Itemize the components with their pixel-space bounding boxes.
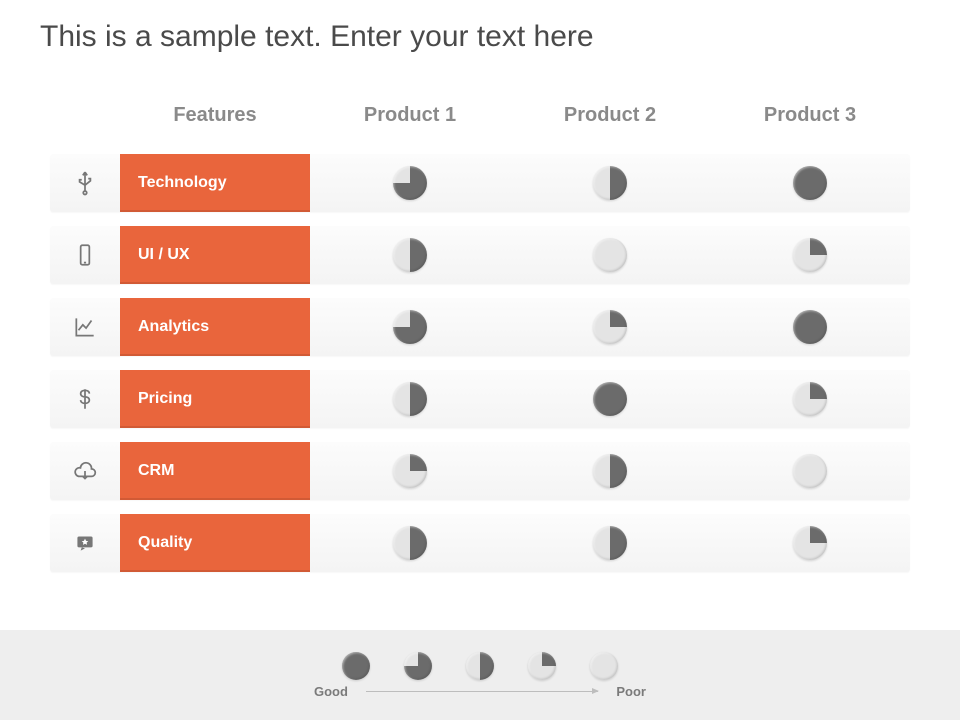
comparison-table: Features Product 1 Product 2 Product 3 T… bbox=[50, 90, 910, 572]
cell-pie bbox=[710, 382, 910, 416]
page-title: This is a sample text. Enter your text h… bbox=[40, 20, 594, 54]
cloud-icon bbox=[50, 458, 120, 484]
harvey-ball-icon bbox=[466, 652, 494, 680]
table-row: Analytics bbox=[50, 298, 910, 356]
header-features: Features bbox=[120, 104, 310, 127]
cell-pie bbox=[310, 382, 510, 416]
harvey-ball-icon bbox=[593, 238, 627, 272]
cell-pie bbox=[310, 166, 510, 200]
harvey-ball-icon bbox=[793, 382, 827, 416]
harvey-ball-icon bbox=[593, 310, 627, 344]
harvey-ball-icon bbox=[342, 652, 370, 680]
header-product-3: Product 3 bbox=[710, 104, 910, 127]
harvey-ball-icon bbox=[404, 652, 432, 680]
harvey-ball-icon bbox=[393, 454, 427, 488]
legend-labels: Good Poor bbox=[314, 684, 646, 699]
cell-pie bbox=[510, 382, 710, 416]
dollar-icon bbox=[50, 386, 120, 412]
harvey-ball-icon bbox=[793, 526, 827, 560]
header-product-2: Product 2 bbox=[510, 104, 710, 127]
cell-pie bbox=[710, 166, 910, 200]
arrow-icon bbox=[366, 691, 598, 692]
harvey-ball-icon bbox=[593, 526, 627, 560]
harvey-ball-icon bbox=[593, 454, 627, 488]
harvey-ball-icon bbox=[528, 652, 556, 680]
cell-pie bbox=[510, 238, 710, 272]
harvey-ball-icon bbox=[593, 166, 627, 200]
harvey-ball-icon bbox=[793, 310, 827, 344]
cell-pie bbox=[710, 454, 910, 488]
cell-pie bbox=[510, 526, 710, 560]
harvey-ball-icon bbox=[793, 166, 827, 200]
table-header-row: Features Product 1 Product 2 Product 3 bbox=[50, 90, 910, 140]
harvey-ball-icon bbox=[590, 652, 618, 680]
feature-label: Pricing bbox=[120, 370, 310, 428]
feature-label: Analytics bbox=[120, 298, 310, 356]
phone-icon bbox=[50, 242, 120, 268]
table-row: Technology bbox=[50, 154, 910, 212]
harvey-ball-icon bbox=[793, 238, 827, 272]
cell-pie bbox=[710, 238, 910, 272]
table-row: CRM bbox=[50, 442, 910, 500]
cell-pie bbox=[310, 526, 510, 560]
harvey-ball-icon bbox=[393, 382, 427, 416]
harvey-ball-icon bbox=[593, 382, 627, 416]
feature-label: Quality bbox=[120, 514, 310, 572]
cell-pie bbox=[310, 238, 510, 272]
feature-label: Technology bbox=[120, 154, 310, 212]
harvey-ball-icon bbox=[393, 526, 427, 560]
table-row: Pricing bbox=[50, 370, 910, 428]
cell-pie bbox=[510, 310, 710, 344]
harvey-ball-icon bbox=[393, 238, 427, 272]
legend-poor-label: Poor bbox=[616, 684, 646, 699]
cell-pie bbox=[710, 310, 910, 344]
star-icon bbox=[50, 530, 120, 556]
harvey-ball-icon bbox=[393, 310, 427, 344]
usb-icon bbox=[50, 170, 120, 196]
legend-scale bbox=[342, 652, 618, 680]
table-row: Quality bbox=[50, 514, 910, 572]
cell-pie bbox=[310, 310, 510, 344]
legend: Good Poor bbox=[0, 630, 960, 720]
harvey-ball-icon bbox=[393, 166, 427, 200]
cell-pie bbox=[510, 166, 710, 200]
cell-pie bbox=[510, 454, 710, 488]
legend-good-label: Good bbox=[314, 684, 348, 699]
feature-label: CRM bbox=[120, 442, 310, 500]
feature-label: UI / UX bbox=[120, 226, 310, 284]
harvey-ball-icon bbox=[793, 454, 827, 488]
cell-pie bbox=[710, 526, 910, 560]
cell-pie bbox=[310, 454, 510, 488]
header-product-1: Product 1 bbox=[310, 104, 510, 127]
table-row: UI / UX bbox=[50, 226, 910, 284]
chart-icon bbox=[50, 314, 120, 340]
